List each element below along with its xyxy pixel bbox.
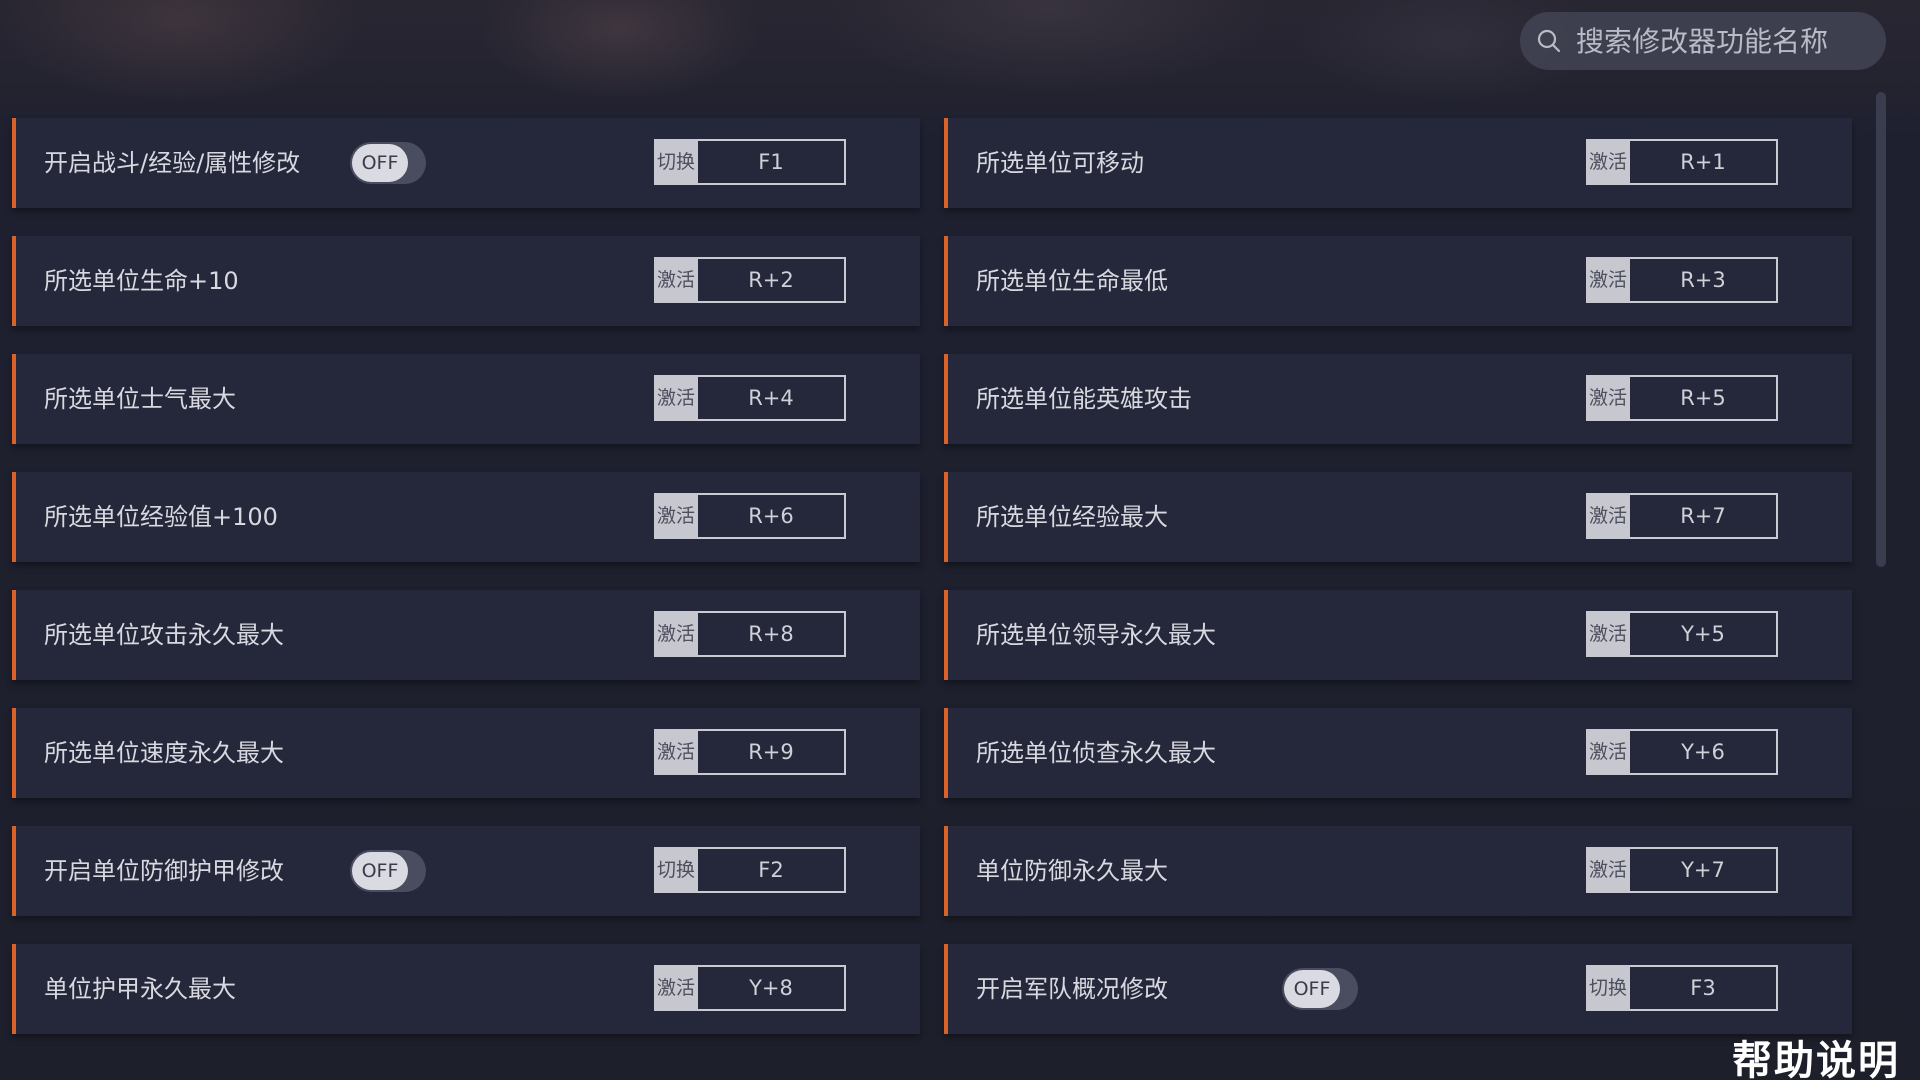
cheat-item: 所选单位攻击永久最大 激活 R+8 [12,590,920,680]
hotkey-key[interactable]: R+4 [698,375,846,421]
hotkey-key[interactable]: R+7 [1630,493,1778,539]
hotkey-binding[interactable]: 激活 R+4 [654,375,846,421]
scrollbar[interactable] [1876,92,1886,567]
search-input[interactable] [1574,23,1878,59]
cheat-item: 开启军队概况修改 OFF 切换 F3 [944,944,1852,1034]
cheat-item: 所选单位可移动 激活 R+1 [944,118,1852,208]
hotkey-action-label[interactable]: 激活 [654,729,698,775]
hotkey-key[interactable]: R+5 [1630,375,1778,421]
cheat-label: 单位护甲永久最大 [44,975,236,1003]
toggle-switch[interactable]: OFF [350,142,426,184]
cheat-item: 开启战斗/经验/属性修改 OFF 切换 F1 [12,118,920,208]
hotkey-binding[interactable]: 激活 R+9 [654,729,846,775]
hotkey-key[interactable]: Y+7 [1630,847,1778,893]
hotkey-binding[interactable]: 激活 R+5 [1586,375,1778,421]
cheat-item: 单位护甲永久最大 激活 Y+8 [12,944,920,1034]
cheat-label: 开启单位防御护甲修改 [44,857,284,885]
hotkey-action-label[interactable]: 激活 [1586,493,1630,539]
hotkey-binding[interactable]: 激活 R+3 [1586,257,1778,303]
hotkey-key[interactable]: Y+5 [1630,611,1778,657]
cheat-label: 所选单位生命+10 [44,267,239,295]
cheat-item: 所选单位速度永久最大 激活 R+9 [12,708,920,798]
hotkey-action-label[interactable]: 激活 [654,611,698,657]
hotkey-action-label[interactable]: 激活 [654,965,698,1011]
cheat-label: 所选单位经验值+100 [44,503,278,531]
cheat-item: 所选单位生命最低 激活 R+3 [944,236,1852,326]
cheat-label: 所选单位攻击永久最大 [44,621,284,649]
cheat-label: 所选单位能英雄攻击 [976,385,1192,413]
hotkey-binding[interactable]: 激活 Y+6 [1586,729,1778,775]
hotkey-action-label[interactable]: 激活 [1586,847,1630,893]
hotkey-binding[interactable]: 激活 R+6 [654,493,846,539]
hotkey-action-label[interactable]: 激活 [1586,729,1630,775]
hotkey-action-label[interactable]: 切换 [654,139,698,185]
cheat-item: 所选单位能英雄攻击 激活 R+5 [944,354,1852,444]
hotkey-key[interactable]: R+3 [1630,257,1778,303]
cheat-item: 开启单位防御护甲修改 OFF 切换 F2 [12,826,920,916]
hotkey-binding[interactable]: 激活 R+1 [1586,139,1778,185]
cheat-label: 单位防御永久最大 [976,857,1168,885]
hotkey-action-label[interactable]: 激活 [1586,375,1630,421]
hotkey-action-label[interactable]: 激活 [1586,611,1630,657]
cheat-item: 所选单位侦查永久最大 激活 Y+6 [944,708,1852,798]
hotkey-action-label[interactable]: 激活 [1586,257,1630,303]
hotkey-binding[interactable]: 激活 Y+8 [654,965,846,1011]
cheat-label: 所选单位生命最低 [976,267,1168,295]
cheat-label: 开启战斗/经验/属性修改 [44,149,301,177]
search-icon [1536,28,1562,54]
hotkey-key[interactable]: R+8 [698,611,846,657]
hotkey-binding[interactable]: 激活 R+2 [654,257,846,303]
hotkey-key[interactable]: R+1 [1630,139,1778,185]
hotkey-key[interactable]: R+9 [698,729,846,775]
hotkey-binding[interactable]: 激活 R+7 [1586,493,1778,539]
hotkey-action-label[interactable]: 激活 [654,375,698,421]
cheat-label: 所选单位士气最大 [44,385,236,413]
cheat-label: 所选单位侦查永久最大 [976,739,1216,767]
cheat-item: 所选单位经验值+100 激活 R+6 [12,472,920,562]
hotkey-binding[interactable]: 切换 F2 [654,847,846,893]
toggle-switch[interactable]: OFF [1282,968,1358,1010]
hotkey-key[interactable]: Y+6 [1630,729,1778,775]
hotkey-key[interactable]: F1 [698,139,846,185]
cheat-item: 所选单位士气最大 激活 R+4 [12,354,920,444]
cheat-label: 所选单位经验最大 [976,503,1168,531]
toggle-switch[interactable]: OFF [350,850,426,892]
hotkey-key[interactable]: F3 [1630,965,1778,1011]
cheat-label: 所选单位可移动 [976,149,1144,177]
cheat-item: 所选单位经验最大 激活 R+7 [944,472,1852,562]
cheat-item: 所选单位生命+10 激活 R+2 [12,236,920,326]
toggle-state: OFF [352,144,408,182]
hotkey-binding[interactable]: 切换 F1 [654,139,846,185]
cheat-label: 所选单位领导永久最大 [976,621,1216,649]
hotkey-binding[interactable]: 激活 R+8 [654,611,846,657]
hotkey-binding[interactable]: 激活 Y+5 [1586,611,1778,657]
hotkey-binding[interactable]: 切换 F3 [1586,965,1778,1011]
search-box[interactable] [1520,12,1886,70]
trainer-window: 开启战斗/经验/属性修改OFF切换F1所选单位可移动激活R+1所选单位生命+10… [0,0,1920,1080]
hotkey-key[interactable]: R+2 [698,257,846,303]
hotkey-key[interactable]: R+6 [698,493,846,539]
cheat-label: 所选单位速度永久最大 [44,739,284,767]
cheat-item: 所选单位领导永久最大 激活 Y+5 [944,590,1852,680]
cheat-label: 开启军队概况修改 [976,975,1168,1003]
hotkey-key[interactable]: Y+8 [698,965,846,1011]
hotkey-action-label[interactable]: 切换 [1586,965,1630,1011]
toggle-state: OFF [352,852,408,890]
cheat-item: 单位防御永久最大 激活 Y+7 [944,826,1852,916]
help-link[interactable]: 帮助说明 [1732,1028,1900,1080]
hotkey-binding[interactable]: 激活 Y+7 [1586,847,1778,893]
toggle-state: OFF [1284,970,1340,1008]
hotkey-action-label[interactable]: 激活 [654,493,698,539]
hotkey-action-label[interactable]: 切换 [654,847,698,893]
hotkey-action-label[interactable]: 激活 [1586,139,1630,185]
hotkey-key[interactable]: F2 [698,847,846,893]
hotkey-action-label[interactable]: 激活 [654,257,698,303]
